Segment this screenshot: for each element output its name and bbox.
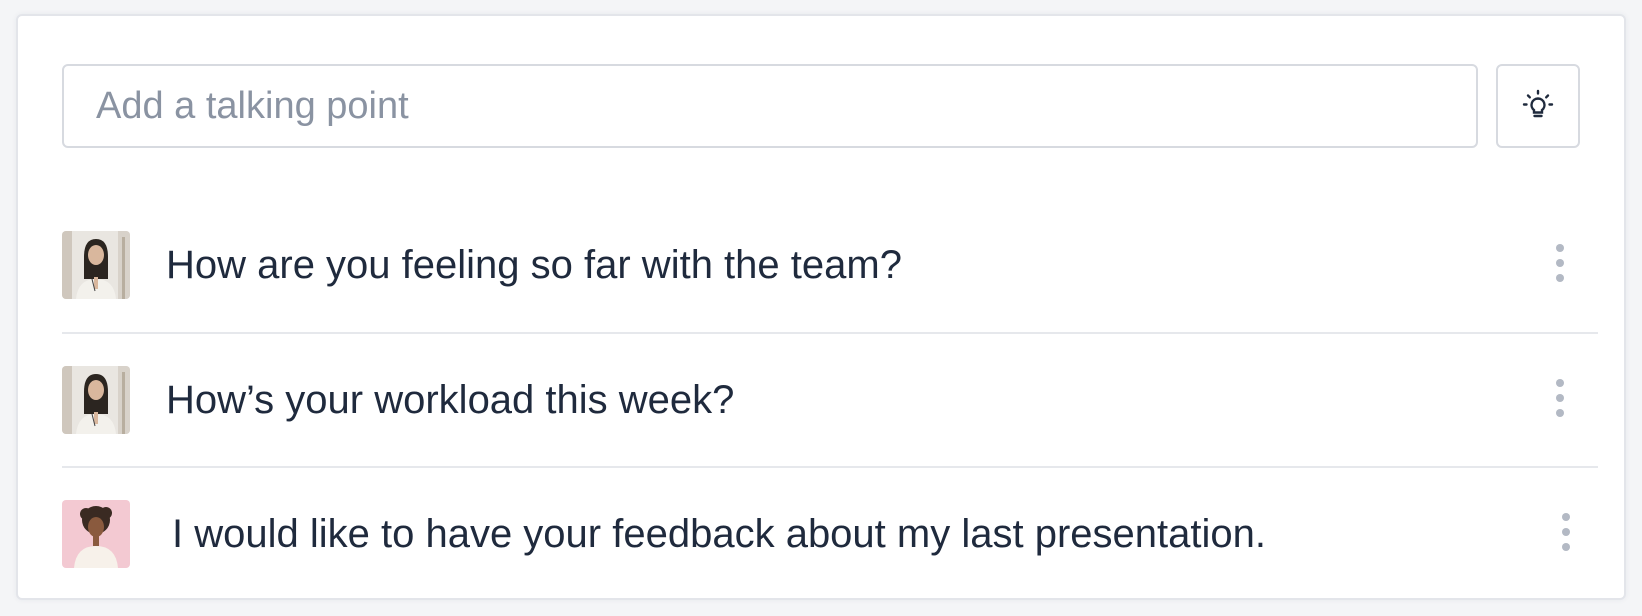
more-vertical-icon: [1561, 512, 1571, 557]
talking-point-item[interactable]: I would like to have your feedback about…: [62, 466, 1598, 600]
talking-point-item[interactable]: How’s your workload this week?: [62, 332, 1598, 466]
avatar: [62, 500, 130, 568]
more-vertical-icon: [1555, 243, 1565, 288]
talking-point-text: How are you feeling so far with the team…: [166, 242, 902, 287]
talking-point-text: How’s your workload this week?: [166, 377, 735, 422]
avatar: [62, 231, 130, 299]
talking-point-item[interactable]: How are you feeling so far with the team…: [62, 198, 1598, 332]
talking-point-composer: [62, 64, 1594, 150]
talking-point-menu-button[interactable]: [1546, 499, 1586, 569]
more-vertical-icon: [1555, 378, 1565, 423]
suggest-talking-points-button[interactable]: [1496, 64, 1580, 148]
talking-point-menu-button[interactable]: [1540, 230, 1580, 300]
talking-point-input[interactable]: [62, 64, 1478, 148]
avatar: [62, 366, 130, 434]
talking-point-menu-button[interactable]: [1540, 365, 1580, 435]
talking-points-card: How are you feeling so far with the team…: [16, 14, 1626, 600]
talking-point-text: I would like to have your feedback about…: [172, 511, 1266, 556]
talking-points-list: How are you feeling so far with the team…: [62, 198, 1598, 600]
lightbulb-icon: [1520, 88, 1556, 124]
